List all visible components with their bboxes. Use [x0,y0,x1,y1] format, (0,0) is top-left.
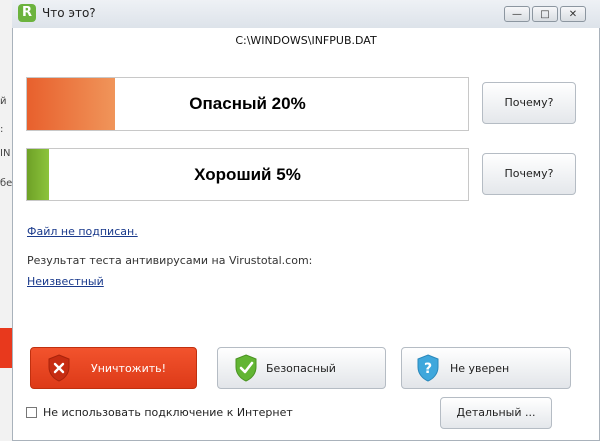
window-title: Что это? [42,6,96,20]
unsure-button[interactable]: ? Не уверен [401,347,571,389]
app-logo-icon: R [18,4,36,22]
shield-check-icon [235,354,257,382]
shield-x-icon [48,354,70,382]
danger-why-button[interactable]: Почему? [482,82,576,124]
unsure-label: Не уверен [450,362,510,375]
svg-text:?: ? [424,361,432,377]
background-text-fragment: бе [0,178,13,189]
destroy-button[interactable]: Уничтожить! [30,347,197,389]
good-why-button[interactable]: Почему? [482,153,576,195]
virustotal-result-link[interactable]: Неизвестный [27,275,104,288]
details-button[interactable]: Детальный ... [440,397,552,429]
danger-rating-bar: Опасный 20% [26,77,469,131]
shield-question-icon: ? [417,354,439,382]
background-text-fragment: й [0,96,7,107]
good-rating-label: Хороший 5% [194,165,301,184]
title-bar[interactable]: R Что это? — □ ✕ [12,0,600,28]
signature-link[interactable]: Файл не подписан. [27,225,138,238]
background-text-fragment: : [0,124,4,135]
file-path: C:\WINDOWS\INFPUB.DAT [235,34,377,47]
close-button[interactable]: ✕ [560,6,586,22]
safe-button[interactable]: Безопасный [217,347,386,389]
no-internet-checkbox[interactable] [26,407,37,418]
good-rating-bar: Хороший 5% [26,148,469,201]
background-red-button-fragment [0,328,12,368]
danger-rating-label: Опасный 20% [189,94,306,113]
background-text-fragment: IN [0,148,11,159]
minimize-button[interactable]: — [504,6,530,22]
destroy-label: Уничтожить! [91,362,167,375]
virustotal-label: Результат теста антивирусами на Virustot… [27,254,313,267]
what-is-this-dialog: R Что это? — □ ✕ C:\WINDOWS\INFPUB.DAT О… [12,0,600,441]
safe-label: Безопасный [266,362,336,375]
maximize-button[interactable]: □ [532,6,558,22]
no-internet-checkbox-label[interactable]: Не использовать подключение к Интернет [43,406,293,419]
background-window: й : IN бе [0,0,12,441]
